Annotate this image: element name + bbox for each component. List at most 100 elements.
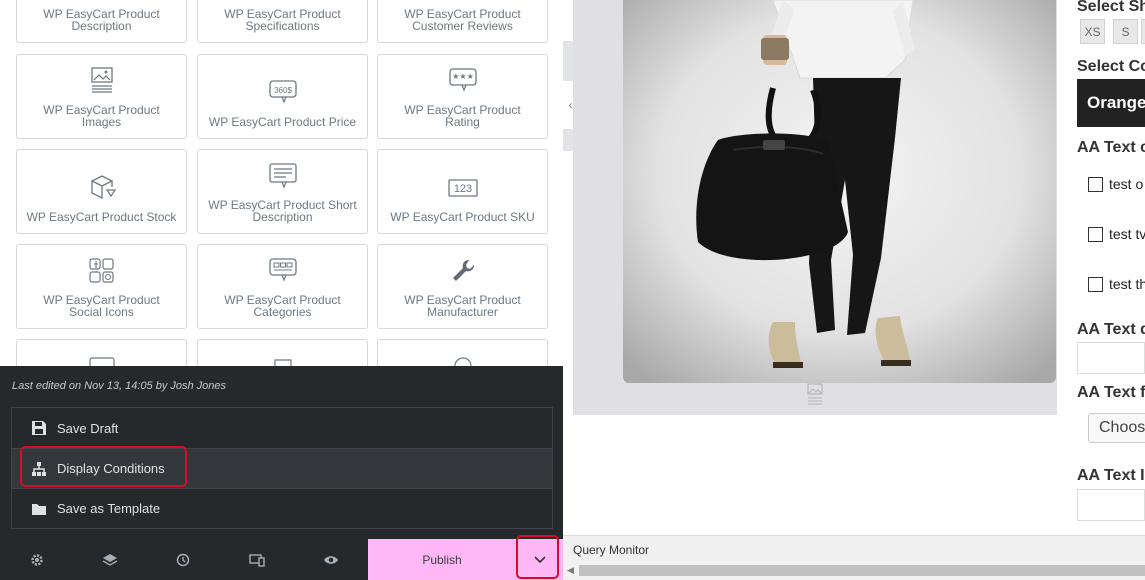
svg-text:360$: 360$ [274,86,292,95]
checkbox-label: test th [1109,276,1145,292]
svg-text:123: 123 [453,183,471,195]
description-icon [91,0,113,2]
images-icon [90,64,114,98]
menu-item-label: Save as Template [57,501,161,516]
widget-product-short-description[interactable]: WP EasyCart Product Short Description [197,149,368,234]
history-icon [176,553,189,566]
preview-changes-button[interactable] [294,539,367,580]
widget-label: WP EasyCart Product Rating [404,103,521,129]
widget-label: WP EasyCart Product Images [43,103,160,129]
checkbox-option-3[interactable]: test th [1088,276,1145,292]
specifications-icon [272,0,294,2]
widget-product-customer-reviews[interactable]: WP EasyCart Product Customer Reviews [377,0,548,43]
history-button[interactable] [146,539,219,580]
scrollbar-thumb[interactable] [579,565,1145,576]
widget-product-description[interactable]: WP EasyCart Product Description [16,0,187,43]
widget-label: WP EasyCart Product Stock [26,210,177,224]
widget-label: WP EasyCart Product Social Icons [43,293,160,319]
categories-icon [268,254,298,288]
widget-label: WP EasyCart Product Description [43,7,160,33]
highlight-box [516,535,559,579]
widget-product-social-icons[interactable]: WP EasyCart Product Social Icons [16,244,187,329]
query-monitor-label: Query Monitor [573,543,650,557]
text-c-heading: AA Text c [1077,139,1145,156]
short-description-icon [268,159,298,193]
text-i-heading: AA Text Ir [1077,467,1145,484]
widget-label: WP EasyCart Product Short Description [208,198,357,224]
widget-product-images[interactable]: WP EasyCart Product Images [16,54,187,139]
checkbox[interactable] [1088,176,1103,192]
settings-button[interactable] [0,539,73,580]
widget-product-specifications[interactable]: WP EasyCart Product Specifications [197,0,368,43]
settings-icon [30,553,43,566]
folder-icon [32,503,46,515]
app-window: WP EasyCart Product Description WP EasyC… [0,0,1145,580]
last-edited-text: Last edited on Nov 13, 14:05 by Josh Jon… [12,380,227,392]
stock-icon [87,171,117,205]
chevron-left-icon: ‹ [568,98,573,112]
save-icon [32,421,46,435]
price-icon: 360$ [268,76,298,110]
wrench-icon [449,254,477,288]
color-option-orange[interactable]: Orange [1077,79,1145,127]
save-options-menu: Save Draft Display Conditions Save as Te… [11,407,553,529]
widget-label: WP EasyCart Product Specifications [224,7,341,33]
product-options: Select Sh XS S Select Co Orange AA Text … [1077,0,1145,535]
widget-product-rating[interactable]: ★★★ WP EasyCart Product Rating [377,54,548,139]
product-photo [623,0,1056,383]
save-options-popup: Last edited on Nov 13, 14:05 by Josh Jon… [0,366,563,539]
preview-icon [323,555,338,564]
publish-button[interactable]: Publish [368,539,516,580]
widget-product-sku[interactable]: 123 WP EasyCart Product SKU [377,149,548,234]
checkbox[interactable] [1088,276,1103,292]
widget-label: WP EasyCart Product Categories [224,293,341,319]
checkbox-option-1[interactable]: test o [1088,176,1143,192]
checkbox[interactable] [1088,226,1103,242]
widget-label: WP EasyCart Product Customer Reviews [404,7,521,33]
menu-item-save-as-template[interactable]: Save as Template [12,488,552,528]
editor-panel: WP EasyCart Product Description WP EasyC… [0,0,563,580]
menu-item-save-draft[interactable]: Save Draft [12,408,552,448]
text-f-heading: AA Text fi [1077,384,1145,401]
widgets-grid: WP EasyCart Product Description WP EasyC… [0,0,563,366]
menu-item-label: Save Draft [57,420,119,436]
checkbox-label: test tv [1109,226,1145,242]
layers-icon [102,553,117,566]
query-monitor-bar[interactable]: Query Monitor [563,535,1145,561]
horizontal-scrollbar[interactable]: ◀ [563,561,1145,580]
checkbox-option-2[interactable]: test tv [1088,226,1145,242]
widget-label: WP EasyCart Product Manufacturer [404,293,521,319]
rating-icon: ★★★ [448,64,478,98]
widget-product-stock[interactable]: WP EasyCart Product Stock [16,149,187,234]
size-option-s[interactable]: S [1113,19,1138,44]
navigator-button[interactable] [73,539,146,580]
widget-product-manufacturer[interactable]: WP EasyCart Product Manufacturer [377,244,548,329]
menu-item-display-conditions[interactable]: Display Conditions [12,448,552,488]
widget-partial[interactable] [377,339,548,366]
product-image-frame [573,0,1057,415]
size-option-xs[interactable]: XS [1080,19,1105,44]
size-option-partial[interactable] [1141,19,1145,44]
widget-product-categories[interactable]: WP EasyCart Product Categories [197,244,368,329]
select-color-heading: Select Co [1077,58,1145,75]
scroll-left-icon[interactable]: ◀ [567,565,574,576]
select-size-heading: Select Sh [1077,0,1145,15]
image-placeholder-icon [807,383,823,405]
responsive-mode-button[interactable] [220,539,293,580]
widget-label: WP EasyCart Product Price [208,115,357,129]
text-f-select[interactable]: Choos [1088,413,1145,443]
menu-item-label: Display Conditions [57,461,165,476]
text-i-input[interactable] [1077,489,1145,521]
social-icons-icon [87,254,117,288]
responsive-icon [248,553,265,567]
widget-label: WP EasyCart Product SKU [390,210,535,224]
sitemap-icon [32,461,46,476]
checkbox-label: test o [1109,176,1144,192]
sku-icon: 123 [447,171,478,205]
svg-text:★★★: ★★★ [452,72,474,81]
text-d-input[interactable] [1077,342,1145,374]
widget-product-price[interactable]: 360$ WP EasyCart Product Price [197,54,368,139]
text-d-heading: AA Text d [1077,321,1145,338]
widget-partial[interactable] [16,339,187,366]
widget-partial[interactable] [197,339,368,366]
